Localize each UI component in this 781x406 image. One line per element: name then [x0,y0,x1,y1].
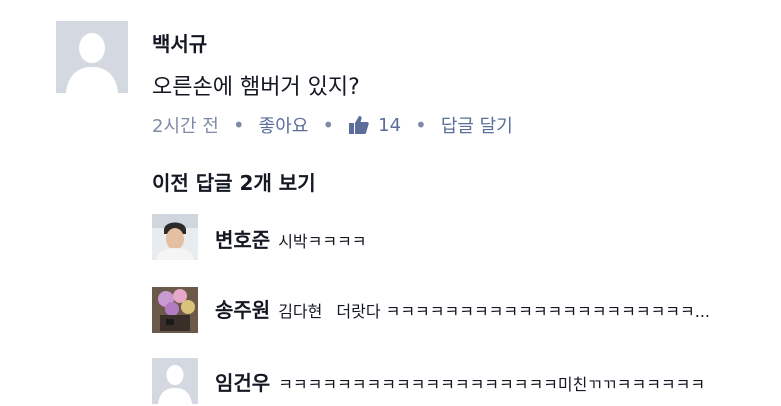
reply-text: 시박ㅋㅋㅋㅋ [278,232,367,251]
comment-meta: 2시간 전 • 좋아요 • 14 • 답글 달기 [152,112,513,138]
avatar[interactable] [56,21,128,93]
separator-dot: • [232,113,245,137]
comment-timestamp[interactable]: 2시간 전 [152,112,219,138]
reply-row: 변호준 시박ㅋㅋㅋㅋ [215,224,367,253]
comment-text: 오른손에 햄버거 있지? [152,75,360,100]
like-button[interactable]: 좋아요 [259,112,309,138]
reply-author[interactable]: 변호준 [215,228,270,252]
comment-author[interactable]: 백서규 [152,28,207,57]
reply-text: 더랏다 ㅋㅋㅋㅋㅋㅋㅋㅋㅋㅋㅋㅋㅋㅋㅋㅋㅋㅋㅋㅋㅋ... [336,302,710,321]
separator-dot: • [322,113,335,137]
profile-photo [152,287,198,333]
default-avatar-icon [56,21,128,93]
reply-row: 임건우 ㅋㅋㅋㅋㅋㅋㅋㅋㅋㅋㅋㅋㅋㅋㅋㅋㅋㅋㅋ미친ㄲㄲㅋㅋㅋㅋㅋㅋ [215,367,705,396]
thumbs-up-icon[interactable] [348,114,370,136]
separator-dot: • [415,113,427,137]
reply-text: ㅋㅋㅋㅋㅋㅋㅋㅋㅋㅋㅋㅋㅋㅋㅋㅋㅋㅋㅋ미친ㄲㄲㅋㅋㅋㅋㅋㅋ [278,375,706,394]
default-avatar-icon [152,358,198,404]
reply-avatar[interactable] [152,287,198,333]
view-previous-replies-link[interactable]: 이전 답글 2개 보기 [152,167,316,196]
reply-mention[interactable]: 김다현 [278,302,322,321]
reply-avatar[interactable] [152,358,198,404]
reply-author[interactable]: 임건우 [215,371,270,395]
reply-author[interactable]: 송주원 [215,298,270,322]
reply-button[interactable]: 답글 달기 [441,112,513,138]
reply-row: 송주원 김다현 더랏다 ㅋㅋㅋㅋㅋㅋㅋㅋㅋㅋㅋㅋㅋㅋㅋㅋㅋㅋㅋㅋㅋ... [215,294,710,323]
reply-avatar[interactable] [152,214,198,260]
profile-photo [152,214,198,260]
like-count[interactable]: 14 [378,115,401,136]
